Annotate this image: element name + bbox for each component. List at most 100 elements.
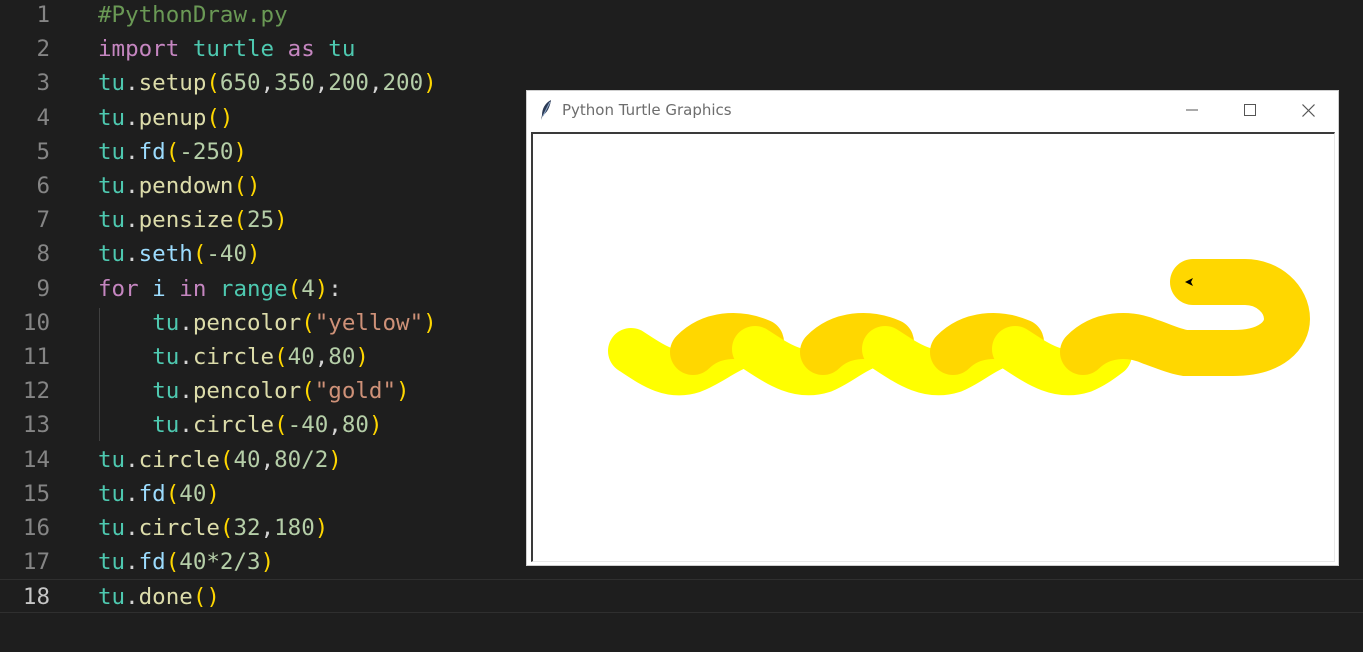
code-line[interactable]: 2 import turtle as tu	[0, 32, 1363, 66]
line-number: 18	[22, 584, 50, 611]
code-token: ()	[233, 173, 261, 199]
maximize-icon	[1244, 104, 1256, 116]
code-token: tu	[98, 446, 126, 473]
line-number: 10	[22, 309, 50, 336]
snake-body-gold	[1060, 259, 1311, 376]
close-button[interactable]	[1280, 91, 1336, 129]
code-token: 200	[382, 70, 424, 97]
code-token: tu	[98, 138, 126, 165]
code-token: (	[165, 549, 180, 576]
code-token: tu	[152, 344, 180, 370]
code-token: in	[179, 275, 207, 302]
code-token: .	[125, 173, 139, 199]
code-token: 350	[274, 70, 315, 97]
code-token: penup	[138, 104, 207, 131]
maximize-button[interactable]	[1222, 91, 1278, 129]
code-token: circle	[192, 412, 275, 439]
code-token: tu	[98, 207, 126, 234]
code-token: (	[219, 446, 234, 473]
code-text: tu.penup()	[98, 101, 233, 135]
code-token: )	[274, 207, 288, 234]
line-number: 14	[22, 446, 50, 473]
code-token: circle	[138, 446, 220, 473]
code-line[interactable]: 1 #PythonDraw.py	[0, 0, 1363, 32]
code-text: tu.seth(-40)	[98, 237, 261, 271]
code-token: (	[219, 515, 234, 541]
code-token: tu	[314, 36, 356, 63]
code-token: (	[206, 70, 220, 97]
code-token: pendown	[138, 173, 234, 199]
code-token: "yellow"	[314, 309, 424, 336]
code-token: 180	[274, 515, 315, 541]
code-token: )	[260, 549, 275, 576]
code-token: )	[314, 515, 329, 541]
code-text: tu.pendown()	[98, 169, 261, 203]
code-text: #PythonDraw.py	[98, 0, 288, 32]
code-token: fd	[138, 549, 166, 576]
line-number: 13	[22, 412, 50, 439]
code-token: (	[233, 207, 248, 234]
turtle-graphics-window[interactable]: Python Turtle Graphics	[526, 90, 1339, 566]
code-token: ()	[192, 584, 220, 611]
code-token: tu	[98, 549, 126, 576]
code-token: )	[423, 70, 437, 97]
code-text: tu.setup(650,350,200,200)	[98, 66, 437, 100]
code-text: tu.done()	[98, 580, 220, 614]
code-token: #PythonDraw.py	[98, 2, 288, 28]
line-number: 8	[36, 241, 50, 268]
code-token: 40	[233, 446, 261, 473]
code-token: (	[274, 344, 288, 370]
code-token: .	[125, 104, 139, 131]
code-token: circle	[192, 344, 275, 370]
line-number: 15	[22, 480, 50, 507]
code-token: ,	[260, 70, 275, 97]
code-text: tu.pencolor("gold")	[98, 374, 409, 408]
code-token: .	[179, 344, 193, 370]
code-token: .	[179, 378, 193, 405]
code-token: ()	[206, 104, 234, 131]
code-text: import turtle as tu	[98, 32, 355, 66]
code-token: .	[125, 480, 139, 507]
code-token: tu	[98, 70, 126, 97]
code-token: 650	[219, 70, 261, 97]
code-token: )	[314, 275, 329, 302]
code-token: 80/2	[274, 446, 329, 473]
code-token: 80	[328, 344, 356, 370]
code-token: )	[206, 480, 220, 507]
code-token: ,	[328, 412, 342, 439]
window-titlebar[interactable]: Python Turtle Graphics	[527, 91, 1338, 129]
code-token: pencolor	[192, 378, 302, 405]
code-token: fd	[138, 480, 166, 507]
code-token: 32	[233, 515, 261, 541]
code-token: 4	[301, 275, 315, 302]
code-token: setup	[138, 70, 207, 97]
code-token: (	[301, 378, 315, 405]
code-token: fd	[138, 138, 166, 165]
code-token: pencolor	[192, 309, 302, 336]
code-token: import	[98, 36, 180, 63]
line-number: 1	[36, 2, 50, 28]
code-token: .	[125, 515, 139, 541]
line-number: 4	[36, 104, 50, 131]
code-token: )	[328, 446, 342, 473]
code-token: tu	[98, 480, 126, 507]
code-token: 80	[341, 412, 369, 439]
code-line[interactable]: 18 tu.done()	[0, 579, 1363, 614]
close-icon	[1301, 103, 1315, 117]
line-number: 12	[22, 378, 50, 405]
code-token: )	[355, 344, 369, 370]
code-token: ,	[314, 344, 329, 370]
code-token: .	[179, 309, 193, 336]
line-number: 5	[36, 138, 50, 165]
code-token: (	[165, 480, 180, 507]
code-token: seth	[138, 241, 193, 268]
feather-icon	[541, 100, 551, 120]
code-token: 40*2/3	[179, 549, 261, 576]
minimize-button[interactable]	[1164, 91, 1220, 129]
code-token: tu	[98, 515, 126, 541]
line-number: 2	[36, 36, 50, 63]
line-number: 16	[22, 515, 50, 541]
code-text: tu.circle(32,180)	[98, 511, 328, 545]
code-token: )	[247, 241, 261, 268]
code-token: :	[328, 275, 342, 302]
